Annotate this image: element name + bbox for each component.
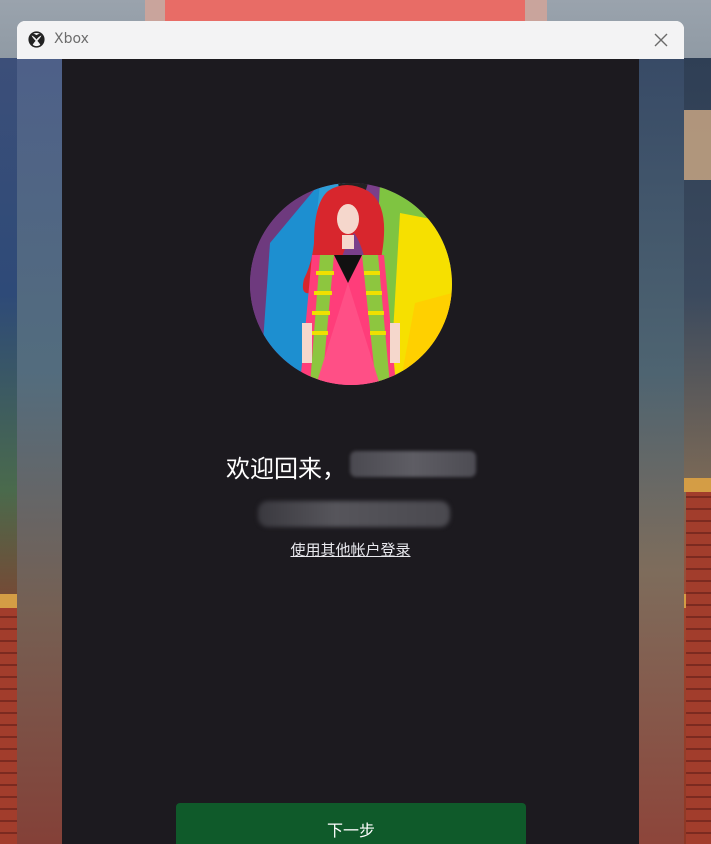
background-brick-wall bbox=[686, 492, 711, 844]
background-banner-edge bbox=[525, 0, 547, 22]
background-strip bbox=[684, 110, 711, 180]
background-ledge bbox=[684, 478, 711, 492]
background-ledge bbox=[0, 594, 18, 608]
avatar bbox=[250, 183, 452, 385]
next-button[interactable]: 下一步 bbox=[176, 803, 526, 844]
window-title: Xbox bbox=[54, 31, 89, 47]
switch-account-link[interactable]: 使用其他帐户登录 bbox=[62, 539, 639, 560]
gamertag-redacted bbox=[350, 451, 476, 477]
content-side-right bbox=[639, 59, 684, 844]
welcome-row: 欢迎回来， bbox=[62, 445, 639, 485]
close-icon bbox=[654, 33, 668, 47]
xbox-signin-window: Xbox 欢迎回来， 使用其他帐户登录 下一步 bbox=[17, 21, 684, 844]
content-side-left bbox=[17, 59, 62, 844]
avatar-image bbox=[250, 183, 452, 385]
welcome-text: 欢迎回来， bbox=[226, 455, 346, 483]
email-redacted bbox=[258, 501, 450, 527]
background-brick-wall bbox=[0, 608, 18, 844]
title-bar[interactable]: Xbox bbox=[17, 21, 684, 59]
signin-panel: 欢迎回来， 使用其他帐户登录 下一步 bbox=[62, 59, 639, 844]
background-banner-edge bbox=[145, 0, 165, 22]
background-banner bbox=[165, 0, 525, 22]
close-button[interactable] bbox=[638, 21, 684, 59]
window-content: 欢迎回来， 使用其他帐户登录 下一步 bbox=[17, 59, 684, 844]
xbox-logo-icon bbox=[28, 31, 45, 48]
